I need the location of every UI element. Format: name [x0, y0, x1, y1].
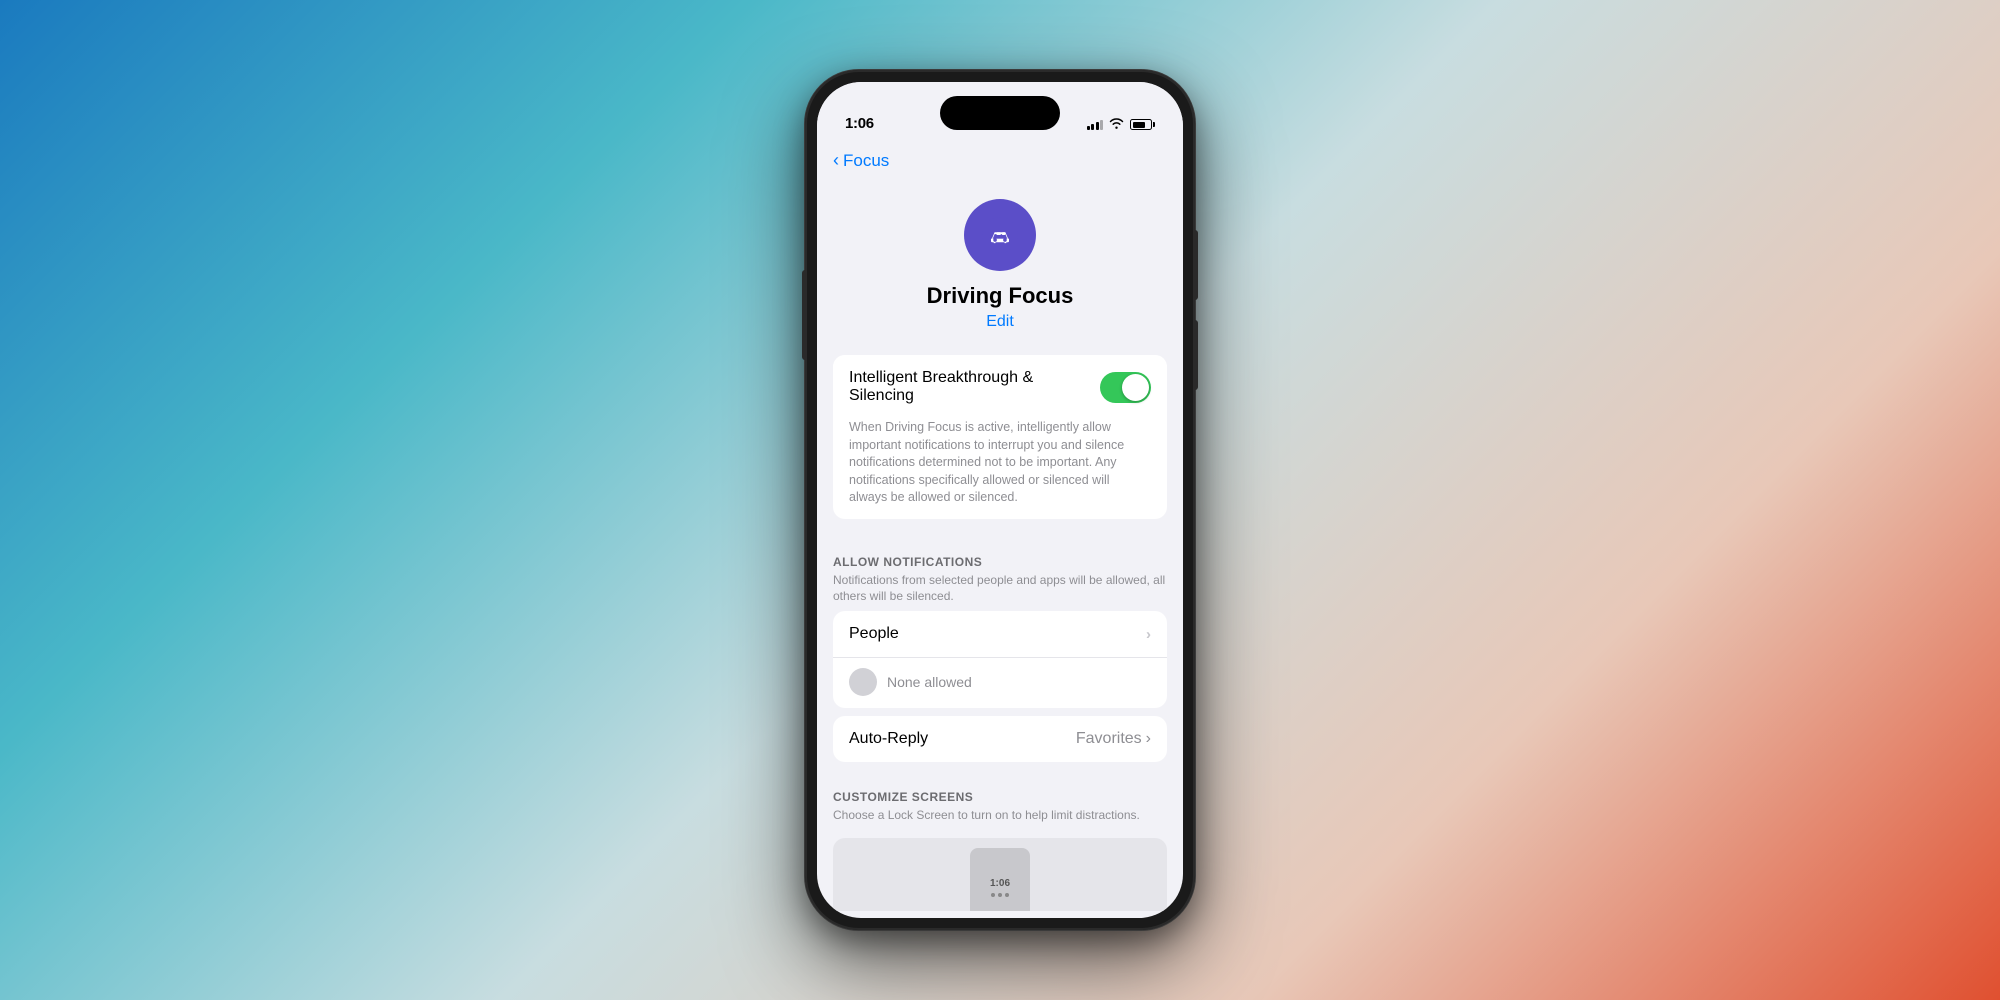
intelligent-section: Intelligent Breakthrough & Silencing Whe… — [833, 355, 1167, 519]
people-sub-row: None allowed — [833, 658, 1167, 708]
people-chevron-icon: › — [1146, 626, 1151, 643]
dynamic-island — [940, 96, 1060, 130]
lock-dot-2 — [998, 893, 1002, 897]
focus-title: Driving Focus — [927, 283, 1074, 309]
focus-header: Driving Focus Edit — [817, 179, 1183, 355]
lock-preview-time: 1:06 — [990, 878, 1010, 889]
intelligent-label: Intelligent Breakthrough & Silencing — [849, 369, 1100, 405]
customize-screens-header: CUSTOMIZE SCREENS Choose a Lock Screen t… — [817, 770, 1183, 830]
signal-bar-2 — [1091, 124, 1094, 130]
intelligent-description: When Driving Focus is active, intelligen… — [833, 419, 1167, 519]
back-label: Focus — [843, 151, 889, 171]
allow-notifications-subtitle: Notifications from selected people and a… — [833, 572, 1167, 606]
avatar-placeholder — [849, 668, 877, 696]
phone-container: 1:06 — [805, 70, 1195, 930]
customize-title: CUSTOMIZE SCREENS — [833, 790, 1167, 804]
toggle-knob — [1122, 374, 1149, 401]
auto-reply-chevron-icon: › — [1146, 730, 1151, 748]
focus-edit-button[interactable]: Edit — [986, 313, 1014, 331]
lock-preview-inner: 1:06 — [970, 848, 1030, 911]
phone-screen: 1:06 — [817, 82, 1183, 918]
status-time: 1:06 — [845, 115, 874, 132]
status-icons — [1087, 117, 1156, 132]
power-button — [1194, 230, 1198, 300]
signal-bars — [1087, 120, 1104, 130]
customize-subtitle: Choose a Lock Screen to turn on to help … — [833, 807, 1167, 824]
lock-screen-preview[interactable]: 1:06 — [833, 838, 1167, 911]
people-card: People › None allowed — [833, 611, 1167, 708]
back-nav[interactable]: ‹ Focus — [817, 140, 1183, 179]
lock-preview-dots — [991, 893, 1009, 897]
intelligent-toggle-row[interactable]: Intelligent Breakthrough & Silencing — [833, 355, 1167, 419]
people-row[interactable]: People › — [833, 611, 1167, 658]
allow-notifications-title: ALLOW NOTIFICATIONS — [833, 555, 1167, 569]
auto-reply-row[interactable]: Auto-Reply Favorites › — [833, 716, 1167, 762]
signal-bar-3 — [1096, 122, 1099, 130]
wifi-icon — [1109, 117, 1124, 132]
allow-notifications-header: ALLOW NOTIFICATIONS Notifications from s… — [817, 535, 1183, 612]
scroll-area[interactable]: Driving Focus Edit Intelligent Breakthro… — [817, 179, 1183, 911]
intelligent-toggle[interactable] — [1100, 372, 1151, 403]
auto-reply-card: Auto-Reply Favorites › — [833, 716, 1167, 762]
car-icon — [982, 217, 1018, 253]
back-chevron-icon: ‹ — [833, 150, 839, 171]
people-label: People — [849, 625, 899, 643]
focus-icon-circle — [964, 199, 1036, 271]
lock-dot-1 — [991, 893, 995, 897]
auto-reply-label: Auto-Reply — [849, 730, 928, 748]
intelligent-card: Intelligent Breakthrough & Silencing Whe… — [833, 355, 1167, 519]
lock-dot-3 — [1005, 893, 1009, 897]
screen-content: ‹ Focus — [817, 140, 1183, 918]
volume-up-button — [1194, 320, 1198, 390]
battery-icon — [1130, 119, 1155, 130]
none-allowed-text: None allowed — [887, 674, 972, 690]
auto-reply-value-text: Favorites — [1076, 730, 1142, 748]
signal-bar-1 — [1087, 126, 1090, 130]
volume-down-button — [802, 270, 806, 360]
signal-bar-4 — [1100, 120, 1103, 130]
auto-reply-value: Favorites › — [1076, 730, 1151, 748]
